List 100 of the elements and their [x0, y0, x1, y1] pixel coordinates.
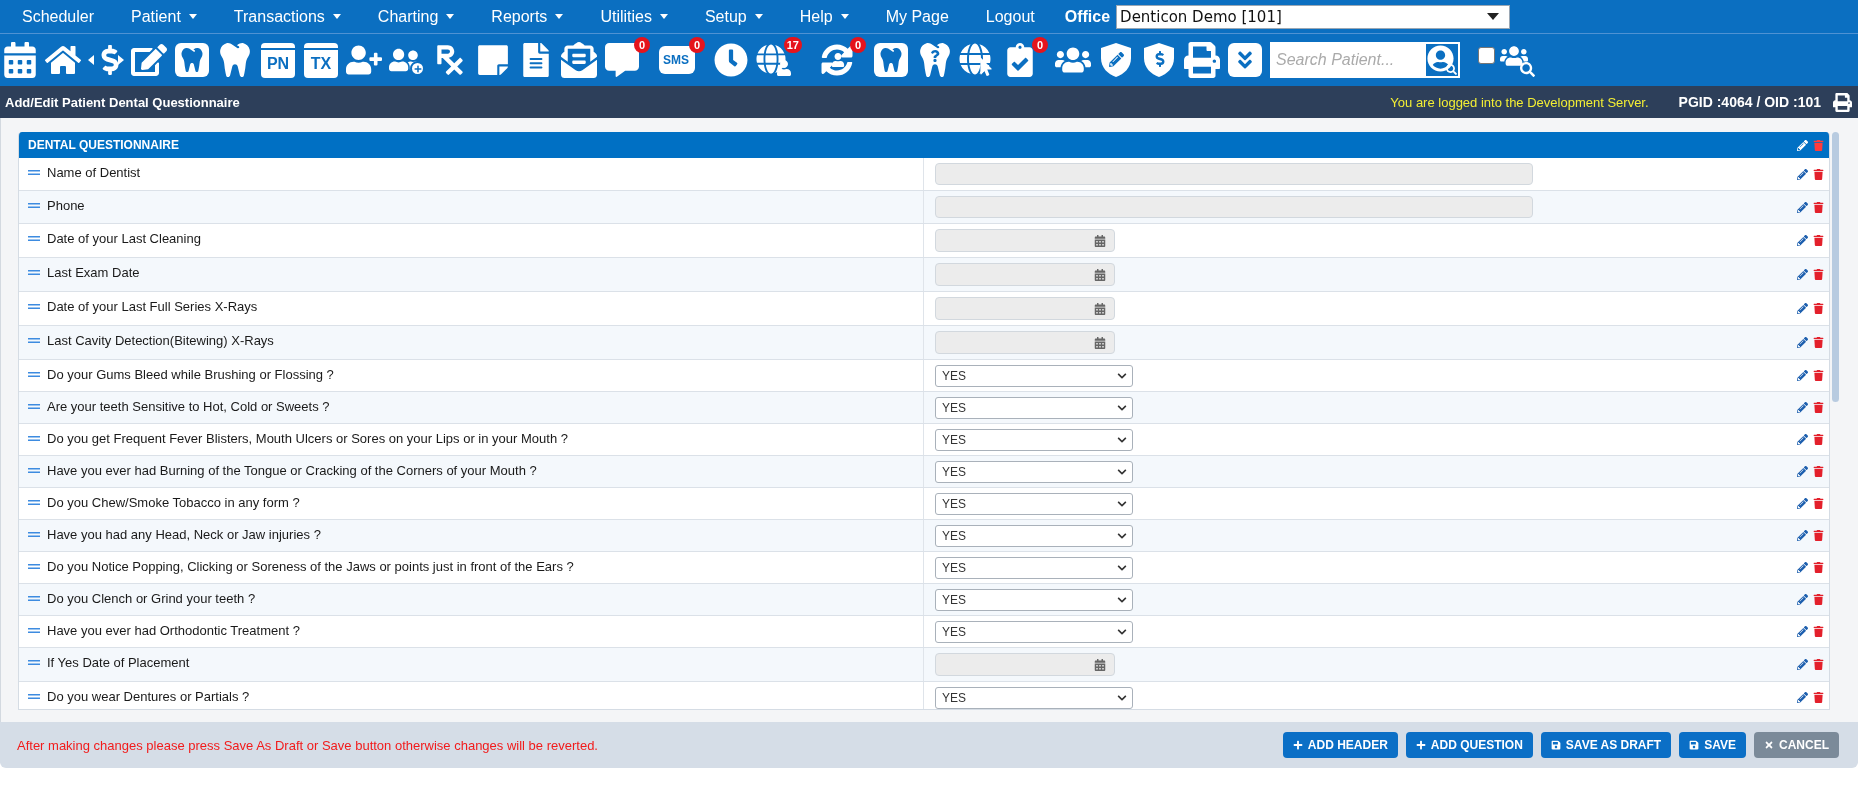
answer-dropdown[interactable]: YES: [935, 396, 1133, 419]
drag-handle-icon[interactable]: [28, 304, 40, 309]
edit-icon[interactable]: [1797, 692, 1808, 703]
menu-item[interactable]: Help: [799, 7, 849, 26]
answer-dropdown[interactable]: YES: [935, 620, 1133, 643]
footer-button[interactable]: SAVE AS DRAFT: [1540, 732, 1672, 758]
trash-icon[interactable]: [1813, 498, 1824, 509]
edit-icon[interactable]: [1797, 466, 1808, 477]
drag-handle-icon[interactable]: [28, 203, 40, 208]
edit-icon[interactable]: [1797, 498, 1808, 509]
edit-icon[interactable]: [131, 42, 167, 78]
drag-handle-icon[interactable]: [28, 404, 40, 409]
answer-dropdown[interactable]: YES: [935, 524, 1133, 547]
sync-user-icon[interactable]: [820, 42, 856, 78]
edit-icon[interactable]: [1797, 139, 1808, 151]
answer-dropdown[interactable]: YES: [935, 428, 1133, 451]
trash-icon[interactable]: [1813, 530, 1824, 541]
drag-handle-icon[interactable]: [28, 236, 40, 241]
drag-handle-icon[interactable]: [28, 372, 40, 377]
text-field[interactable]: [935, 163, 1533, 185]
drag-handle-icon[interactable]: [28, 500, 40, 505]
note-icon[interactable]: [476, 43, 510, 77]
double-chevron-down-icon[interactable]: [1228, 43, 1262, 77]
drag-handle-icon[interactable]: [28, 694, 40, 699]
checkbox[interactable]: [1478, 47, 1495, 64]
printer-icon[interactable]: [1184, 42, 1220, 78]
drag-handle-icon[interactable]: [28, 532, 40, 537]
answer-dropdown[interactable]: YES: [935, 686, 1133, 709]
chat-icon[interactable]: [605, 43, 639, 77]
text-field[interactable]: [935, 196, 1533, 218]
trash-icon[interactable]: [1813, 168, 1824, 180]
trash-icon[interactable]: [1813, 269, 1824, 280]
shield-dollar-icon[interactable]: [1141, 42, 1177, 78]
trash-icon[interactable]: [1813, 337, 1824, 348]
dollar-arrows-icon[interactable]: [88, 42, 124, 78]
trash-icon[interactable]: [1813, 594, 1824, 605]
footer-button[interactable]: CANCEL: [1754, 732, 1839, 758]
calendar-label-button[interactable]: TX: [304, 42, 338, 78]
date-field[interactable]: [935, 297, 1115, 320]
trash-icon[interactable]: [1813, 235, 1824, 246]
answer-dropdown[interactable]: YES: [935, 364, 1133, 387]
drag-handle-icon[interactable]: [28, 660, 40, 665]
drag-handle-icon[interactable]: [28, 170, 40, 175]
edit-icon[interactable]: [1797, 402, 1808, 413]
calendar-icon[interactable]: [2, 42, 38, 78]
edit-icon[interactable]: [1797, 235, 1808, 246]
menu-item[interactable]: Charting: [377, 7, 455, 26]
drag-handle-icon[interactable]: [28, 468, 40, 473]
shield-pencil-icon[interactable]: [1098, 42, 1134, 78]
date-field[interactable]: [935, 263, 1115, 286]
footer-button[interactable]: ADD QUESTION: [1405, 732, 1533, 758]
trash-icon[interactable]: [1813, 434, 1824, 445]
sms-button[interactable]: SMS: [659, 46, 695, 74]
search-patient-button[interactable]: [1424, 42, 1460, 78]
footer-button[interactable]: SAVE: [1679, 732, 1746, 758]
trash-icon[interactable]: [1813, 201, 1824, 213]
scrollbar-thumb[interactable]: [1832, 132, 1839, 402]
clock-icon[interactable]: [714, 43, 748, 77]
edit-icon[interactable]: [1797, 434, 1808, 445]
edit-icon[interactable]: [1797, 562, 1808, 573]
tooth-icon[interactable]: [874, 43, 908, 77]
date-field[interactable]: [935, 229, 1115, 252]
menu-item[interactable]: Setup: [704, 7, 763, 26]
drag-handle-icon[interactable]: [28, 338, 40, 343]
edit-icon[interactable]: [1797, 168, 1808, 180]
tooth-icon[interactable]: [175, 43, 209, 77]
drag-handle-icon[interactable]: [28, 270, 40, 275]
trash-icon[interactable]: [1813, 370, 1824, 381]
date-field[interactable]: [935, 653, 1115, 676]
trash-icon[interactable]: [1813, 626, 1824, 637]
drag-handle-icon[interactable]: [28, 564, 40, 569]
edit-icon[interactable]: [1797, 530, 1808, 541]
answer-dropdown[interactable]: YES: [935, 460, 1133, 483]
menu-item[interactable]: Logout: [985, 7, 1035, 26]
answer-dropdown[interactable]: YES: [935, 588, 1133, 611]
edit-icon[interactable]: [1797, 303, 1808, 314]
trash-icon[interactable]: [1813, 402, 1824, 413]
date-field[interactable]: [935, 331, 1115, 354]
edit-icon[interactable]: [1797, 201, 1808, 213]
answer-dropdown[interactable]: YES: [935, 492, 1133, 515]
printer-icon[interactable]: [1833, 92, 1852, 112]
trash-icon[interactable]: [1813, 692, 1824, 703]
menu-item[interactable]: Transactions: [233, 7, 341, 26]
menu-item[interactable]: Utilities: [600, 7, 668, 26]
drag-handle-icon[interactable]: [28, 596, 40, 601]
trash-icon[interactable]: [1813, 303, 1824, 314]
trash-icon[interactable]: [1813, 659, 1824, 670]
footer-button[interactable]: ADD HEADER: [1282, 732, 1398, 758]
search-field[interactable]: Search Patient...: [1270, 42, 1424, 78]
menu-item[interactable]: Scheduler: [22, 7, 95, 26]
edit-icon[interactable]: [1797, 337, 1808, 348]
calendar-label-button[interactable]: PN: [261, 42, 295, 78]
office-select[interactable]: Denticon Demo [101]: [1116, 4, 1511, 29]
trash-icon[interactable]: [1813, 562, 1824, 573]
menu-item[interactable]: My Page: [885, 7, 949, 26]
envelope-icon[interactable]: [561, 42, 597, 78]
edit-icon[interactable]: [1797, 370, 1808, 381]
menu-item[interactable]: Patient: [131, 7, 197, 26]
tooth-icon[interactable]: [218, 43, 252, 77]
drag-handle-icon[interactable]: [28, 436, 40, 441]
